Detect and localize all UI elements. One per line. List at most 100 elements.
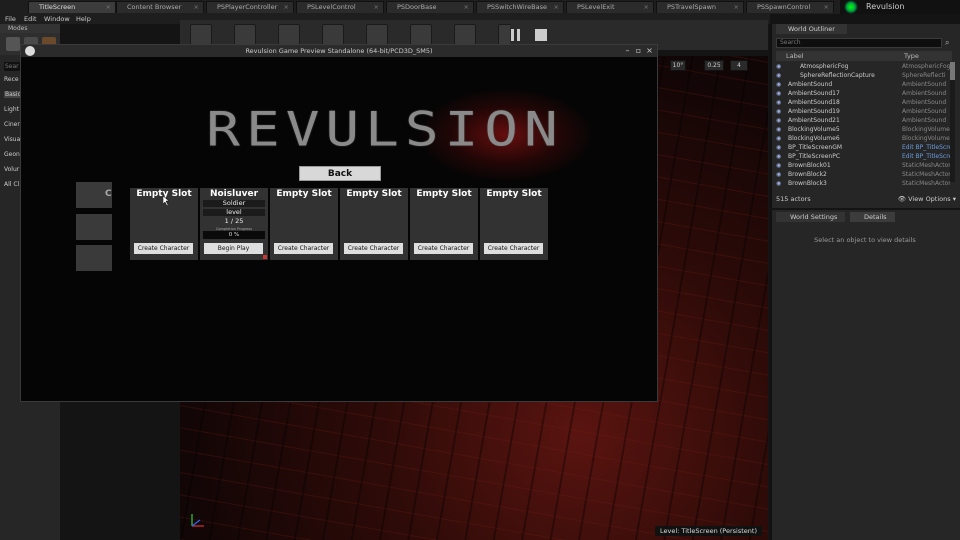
close-icon[interactable]: × bbox=[106, 2, 111, 13]
outliner-row[interactable]: ◉ AmbientSound AmbientSound bbox=[776, 80, 948, 89]
search-icon[interactable]: ⌕ bbox=[945, 38, 955, 48]
rotation-snap-button[interactable]: 10° bbox=[670, 60, 686, 71]
stop-icon[interactable] bbox=[534, 24, 548, 46]
outliner-row[interactable]: ◉ AtmosphericFog AtmosphericFog bbox=[776, 62, 950, 71]
create-character-button[interactable]: Create Character bbox=[344, 243, 403, 254]
settings-icon[interactable] bbox=[366, 24, 388, 46]
outliner-row[interactable]: ◉ AmbientSound17 AmbientSound bbox=[776, 89, 948, 98]
save-icon[interactable] bbox=[190, 24, 212, 46]
create-character-button[interactable]: Create Character bbox=[134, 243, 193, 254]
modes-item-cinematic[interactable]: Ciner bbox=[4, 121, 20, 128]
visibility-eye-icon[interactable]: ◉ bbox=[776, 125, 781, 134]
menu-ghost-button[interactable] bbox=[76, 214, 112, 240]
game-window-titlebar[interactable]: Revulsion Game Preview Standalone (64-bi… bbox=[21, 45, 657, 57]
menu-edit[interactable]: Edit bbox=[24, 14, 37, 24]
menu-help[interactable]: Help bbox=[76, 14, 91, 24]
tab-pstravelspawn[interactable]: PSTravelSpawn × bbox=[656, 1, 744, 13]
place-mode-icon[interactable] bbox=[6, 37, 20, 51]
maximize-icon[interactable]: ▫ bbox=[634, 46, 643, 55]
outliner-row[interactable]: ◉ BP_TitleScreenGM Edit BP_TitleScre bbox=[776, 143, 952, 152]
tab-psplayercontroller[interactable]: PSPlayerController × bbox=[206, 1, 294, 13]
outliner-tab[interactable]: World Outliner bbox=[776, 24, 847, 34]
tab-pslevelexit[interactable]: PSLevelExit × bbox=[566, 1, 654, 13]
close-icon[interactable]: × bbox=[374, 2, 379, 13]
visibility-eye-icon[interactable]: ◉ bbox=[776, 116, 781, 125]
visibility-eye-icon[interactable]: ◉ bbox=[776, 98, 781, 107]
delete-slot-icon[interactable] bbox=[263, 255, 267, 259]
begin-play-button[interactable]: Begin Play bbox=[204, 243, 263, 254]
outliner-search-input[interactable]: Search bbox=[776, 38, 942, 48]
menu-ghost-button[interactable] bbox=[76, 245, 112, 271]
menu-file[interactable]: File bbox=[5, 14, 16, 24]
marketplace-icon[interactable] bbox=[322, 24, 344, 46]
menu-window[interactable]: Window bbox=[44, 14, 70, 24]
tab-pslevelcontrol[interactable]: PSLevelControl × bbox=[296, 1, 384, 13]
camera-speed-button[interactable]: 4 bbox=[730, 60, 748, 71]
character-slot-5: Empty Slot Create Character bbox=[410, 188, 478, 260]
visibility-eye-icon[interactable]: ◉ bbox=[776, 134, 781, 143]
tab-titlescreen[interactable]: TitleScreen × bbox=[28, 1, 116, 13]
back-button[interactable]: Back bbox=[299, 166, 381, 181]
close-icon[interactable]: × bbox=[464, 2, 469, 13]
pause-icon[interactable] bbox=[510, 24, 522, 46]
modes-item-visual[interactable]: Visua bbox=[4, 136, 20, 143]
outliner-scrollbar[interactable] bbox=[950, 62, 955, 182]
outliner-row[interactable]: ◉ BrownBlock3 StaticMeshActor bbox=[776, 179, 951, 188]
outliner-row[interactable]: ◉ SphereReflectionCapture SphereReflecti bbox=[776, 71, 948, 80]
create-character-button[interactable]: Create Character bbox=[274, 243, 333, 254]
modes-item-geometry[interactable]: Geon bbox=[4, 151, 20, 158]
outliner-row[interactable]: ◉ BlockingVolume6 BlockingVolume bbox=[776, 134, 950, 143]
outliner-row[interactable]: ◉ AmbientSound19 AmbientSound bbox=[776, 107, 948, 116]
menu-ghost-button[interactable]: C bbox=[76, 182, 112, 208]
close-icon[interactable]: × bbox=[284, 2, 289, 13]
visibility-eye-icon[interactable]: ◉ bbox=[776, 152, 781, 161]
outliner-row[interactable]: ◉ BlockingVolume5 BlockingVolume bbox=[776, 125, 950, 134]
tab-content-browser[interactable]: Content Browser × bbox=[116, 1, 204, 13]
outliner-row[interactable]: ◉ BrownBlock01 StaticMeshActor bbox=[776, 161, 951, 170]
view-options-button[interactable]: 👁 View Options ▾ bbox=[898, 194, 956, 204]
visibility-eye-icon[interactable]: ◉ bbox=[776, 89, 781, 98]
minimize-icon[interactable]: – bbox=[623, 46, 632, 55]
content-icon[interactable] bbox=[278, 24, 300, 46]
source-control-icon[interactable] bbox=[234, 24, 256, 46]
outliner-row[interactable]: ◉ AmbientSound18 AmbientSound bbox=[776, 98, 948, 107]
visibility-eye-icon[interactable]: ◉ bbox=[776, 80, 781, 89]
edit-blueprint-link[interactable]: Edit BP_TitleScre bbox=[902, 143, 952, 152]
close-icon[interactable]: × bbox=[644, 2, 649, 13]
scale-snap-button[interactable]: 0.25 bbox=[704, 60, 724, 71]
outliner-row[interactable]: ◉ BP_TitleScreenPC Edit BP_TitleScre bbox=[776, 152, 952, 161]
visibility-eye-icon[interactable]: ◉ bbox=[776, 71, 781, 80]
modes-item-recent[interactable]: Rece bbox=[4, 76, 19, 83]
column-label[interactable]: Label bbox=[786, 51, 804, 61]
create-character-button[interactable]: Create Character bbox=[484, 243, 543, 254]
outliner-row[interactable]: ◉ AmbientSound21 AmbientSound bbox=[776, 116, 948, 125]
visibility-eye-icon[interactable]: ◉ bbox=[776, 107, 781, 116]
visibility-eye-icon[interactable]: ◉ bbox=[776, 179, 781, 188]
visibility-eye-icon[interactable]: ◉ bbox=[776, 143, 781, 152]
visibility-eye-icon[interactable]: ◉ bbox=[776, 161, 781, 170]
visibility-eye-icon[interactable]: ◉ bbox=[776, 170, 781, 179]
modes-item-all-classes[interactable]: All Cl bbox=[4, 181, 19, 188]
close-icon[interactable]: × bbox=[645, 46, 654, 55]
edit-blueprint-link[interactable]: Edit BP_TitleScre bbox=[902, 152, 952, 161]
outliner-row[interactable]: ◉ BrownBlock2 StaticMeshActor bbox=[776, 170, 951, 179]
tab-psspawncontrol[interactable]: PSSpawnControl × bbox=[746, 1, 834, 13]
tab-psswitchwirebase[interactable]: PSSwitchWireBase × bbox=[476, 1, 564, 13]
scrollbar-thumb[interactable] bbox=[950, 62, 955, 80]
modes-item-volumes[interactable]: Volur bbox=[4, 166, 19, 173]
tab-details[interactable]: Details bbox=[850, 212, 895, 222]
modes-item-lights[interactable]: Light bbox=[4, 106, 19, 113]
matinee-icon[interactable] bbox=[454, 24, 476, 46]
actor-type: StaticMeshActor bbox=[902, 162, 951, 169]
close-icon[interactable]: × bbox=[554, 2, 559, 13]
blueprints-icon[interactable] bbox=[410, 24, 432, 46]
tab-psdoorbase[interactable]: PSDoorBase × bbox=[386, 1, 474, 13]
column-type[interactable]: Type bbox=[904, 51, 919, 61]
create-character-button[interactable]: Create Character bbox=[414, 243, 473, 254]
close-icon[interactable]: × bbox=[824, 2, 829, 13]
actor-name: BrownBlock01 bbox=[788, 162, 831, 169]
visibility-eye-icon[interactable]: ◉ bbox=[776, 62, 781, 71]
tab-world-settings[interactable]: World Settings bbox=[776, 212, 846, 222]
close-icon[interactable]: × bbox=[734, 2, 739, 13]
close-icon[interactable]: × bbox=[194, 2, 199, 13]
